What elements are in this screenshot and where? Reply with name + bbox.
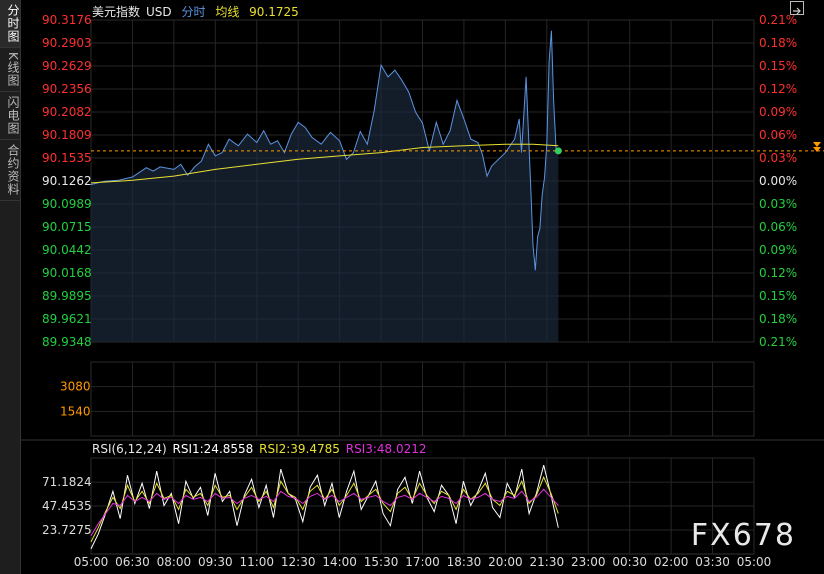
price-tick-label: 90.2903 — [42, 36, 92, 50]
rsi3-value: RSI3:48.0212 — [345, 442, 427, 456]
time-tick-label: 03:30 — [695, 555, 730, 569]
pct-tick-label: 0.03% — [759, 151, 797, 165]
instrument-currency: USD — [146, 5, 172, 19]
rsi-series-1 — [90, 464, 559, 550]
rsi-tick-label: 71.1824 — [42, 475, 92, 489]
time-tick-label: 21:30 — [530, 555, 565, 569]
price-tick-label: 90.2082 — [42, 105, 92, 119]
watermark-logo: FX678 — [690, 518, 796, 553]
pct-tick-label: 0.15% — [759, 289, 797, 303]
mode-label: 分时 — [181, 5, 206, 19]
price-tick-label: 90.2629 — [42, 59, 92, 73]
price-tick-label: 90.1262 — [42, 174, 92, 188]
pct-tick-label: 0.21% — [759, 335, 797, 349]
price-tick-label: 90.3176 — [42, 13, 92, 27]
rsi-tick-label: 23.7275 — [42, 523, 92, 537]
time-tick-label: 18:30 — [447, 555, 482, 569]
time-tick-label: 17:00 — [405, 555, 440, 569]
time-tick-label: 20:00 — [488, 555, 523, 569]
chart-header: 美元指数 USD 分时 均线 90.1725 — [92, 3, 305, 20]
time-tick-label: 09:30 — [198, 555, 233, 569]
last-price-dot — [554, 147, 562, 155]
rsi-tick-label: 47.4535 — [42, 499, 92, 513]
price-tick-label: 90.0715 — [42, 220, 92, 234]
time-tick-label: 14:00 — [322, 555, 357, 569]
volume-tick-label: 1540 — [60, 404, 91, 418]
pct-tick-label: 0.18% — [759, 312, 797, 326]
price-tick-label: 90.0168 — [42, 266, 92, 280]
rsi-series-3 — [90, 488, 559, 537]
time-tick-label: 06:30 — [115, 555, 150, 569]
price-tick-label: 90.1535 — [42, 151, 92, 165]
pct-tick-label: 0.06% — [759, 128, 797, 142]
rsi-header: RSI(6,12,24) RSI1:24.8558 RSI2:39.4785 R… — [92, 442, 429, 456]
exit-icon-glyph — [793, 7, 801, 15]
avg-label: 均线 — [215, 5, 240, 19]
time-tick-label: 23:00 — [571, 555, 606, 569]
time-tick-label: 15:30 — [364, 555, 399, 569]
price-tick-label: 90.1809 — [42, 128, 92, 142]
price-tick-label: 89.9621 — [42, 312, 92, 326]
price-tick-label: 90.0442 — [42, 243, 92, 257]
time-tick-label: 02:00 — [654, 555, 689, 569]
volume-tick-label: 3080 — [60, 380, 91, 394]
instrument-name: 美元指数 — [92, 5, 141, 19]
avg-value: 90.1725 — [249, 5, 299, 19]
price-tick-label: 90.2356 — [42, 82, 92, 96]
chart-canvas: 05:00 06:30 08:00 09:30 11:00 12:30 14:00 15:30… — [20, 13, 824, 569]
pct-tick-label: 0.18% — [759, 36, 797, 50]
price-tick-label: 89.9348 — [42, 335, 92, 349]
rsi-label: RSI(6,12,24) — [92, 442, 167, 456]
price-tick-label: 90.0989 — [42, 197, 92, 211]
rsi2-value: RSI2:39.4785 — [259, 442, 340, 456]
time-tick-label: 11:00 — [239, 555, 274, 569]
pct-tick-label: 0.15% — [759, 59, 797, 73]
pct-tick-label: 0.09% — [759, 243, 797, 257]
pct-tick-label: 0.09% — [759, 105, 797, 119]
pct-tick-label: 0.12% — [759, 266, 797, 280]
price-area — [91, 30, 559, 342]
rsi1-value: RSI1:24.8558 — [172, 442, 254, 456]
time-tick-label: 05:00 — [737, 555, 772, 569]
pct-tick-label: 0.12% — [759, 82, 797, 96]
pct-tick-label: 0.00% — [759, 174, 797, 188]
time-tick-label: 05:00 — [74, 555, 109, 569]
price-tick-label: 89.9895 — [42, 289, 92, 303]
time-tick-label: 08:00 — [157, 555, 192, 569]
pct-tick-label: 0.03% — [759, 197, 797, 211]
pct-tick-label: 0.06% — [759, 220, 797, 234]
time-tick-label: 00:30 — [612, 555, 647, 569]
time-tick-label: 12:30 — [281, 555, 316, 569]
exit-fullscreen-icon[interactable] — [790, 1, 804, 15]
